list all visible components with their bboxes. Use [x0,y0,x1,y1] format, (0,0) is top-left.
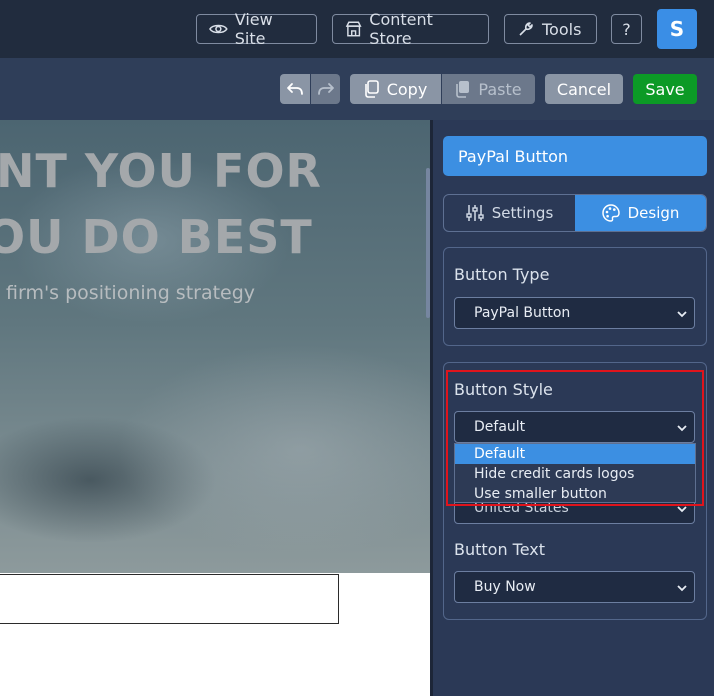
tab-settings[interactable]: Settings [444,195,575,231]
cancel-button[interactable]: Cancel [545,74,623,104]
page-text-box[interactable] [0,574,339,624]
save-button[interactable]: Save [633,74,697,104]
redo-button[interactable] [311,74,340,104]
button-text-value: Buy Now [474,579,536,595]
paste-icon [456,81,470,98]
content-store-label: Content Store [369,10,433,48]
paste-button[interactable]: Paste [442,74,535,104]
content-store-button[interactable]: Content Store [332,10,489,48]
highlight-box [446,370,704,506]
tab-settings-label: Settings [491,204,554,222]
avatar-initial: S [669,17,685,41]
hero-section[interactable]: NT YOU FOR OU DO BEST firm's positioning… [0,120,430,573]
hero-heading-line-2: OU DO BEST [0,210,313,264]
eye-icon [209,24,228,34]
palette-icon [601,204,620,222]
redo-icon [317,83,334,95]
help-icon: ? [622,19,631,39]
chevron-down-icon [677,311,687,318]
tools-label: Tools [542,19,582,39]
store-icon [345,21,362,37]
view-site-label: View Site [234,10,273,48]
panel-divider[interactable] [430,120,433,696]
undo-icon [287,83,303,95]
help-button[interactable]: ? [611,14,642,44]
button-type-label: Button Type [454,265,550,284]
paste-label: Paste [478,79,522,99]
tab-design[interactable]: Design [575,195,706,231]
panel-tabs: Settings Design [443,194,707,232]
editor-toolbar: Copy Paste Cancel Save [0,58,714,120]
hero-subtitle: firm's positioning strategy [6,282,256,304]
copy-label: Copy [386,79,428,99]
cancel-label: Cancel [556,79,612,99]
copy-icon [364,80,379,98]
button-type-select[interactable]: PayPal Button [454,297,695,329]
panel-title: PayPal Button [443,136,707,176]
undo-button[interactable] [280,74,310,104]
view-site-button[interactable]: View Site [196,10,317,48]
button-text-select[interactable]: Buy Now [454,571,695,603]
tab-design-label: Design [627,204,680,222]
hero-heading-line-1: NT YOU FOR [0,144,322,198]
copy-button[interactable]: Copy [350,74,441,104]
button-type-value: PayPal Button [474,305,571,321]
button-text-label: Button Text [454,540,546,559]
top-bar: View Site Content Store Tools ? S [0,0,714,58]
wrench-icon [519,22,533,36]
save-label: Save [645,79,685,99]
user-avatar[interactable]: S [657,9,697,49]
tools-button[interactable]: Tools [504,14,597,44]
sliders-icon [466,205,484,221]
chevron-down-icon [677,585,687,592]
